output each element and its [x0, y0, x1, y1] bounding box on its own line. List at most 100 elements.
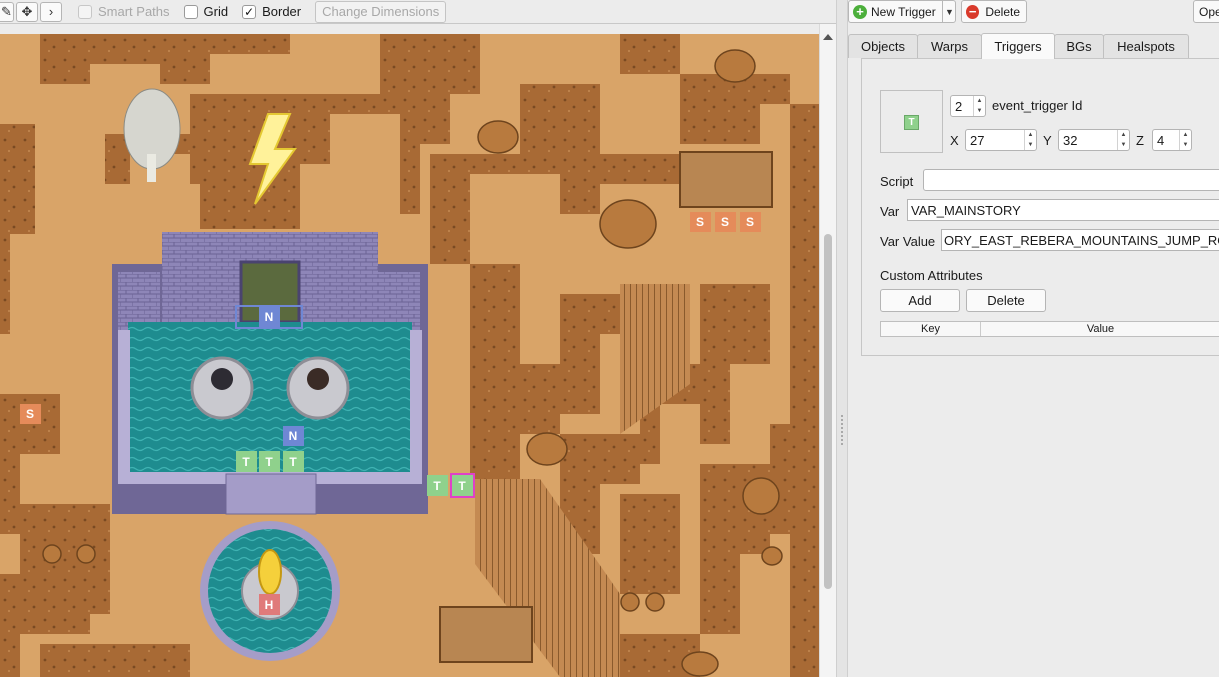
tab-warps-label: Warps — [930, 39, 969, 54]
attributes-table-header: Key Value — [880, 321, 1219, 337]
tab-bgs-label: BGs — [1066, 39, 1092, 54]
chevron-down-icon: ▼ — [945, 6, 954, 17]
var-value-text: ORY_EAST_REBERA_MOUNTAINS_JUMP_ROC — [944, 232, 1219, 248]
tab-triggers-label: Triggers — [994, 39, 1042, 54]
smart-paths-box[interactable] — [78, 4, 92, 19]
border-label: Border — [262, 4, 302, 19]
svg-text:S: S — [746, 215, 754, 229]
event-id-value: 2 — [955, 98, 963, 114]
trigger-event[interactable]: T — [283, 451, 304, 472]
heal-fountain — [200, 521, 340, 661]
spin-arrows-icon[interactable]: ▲ ▼ — [1179, 130, 1191, 150]
change-dimensions-button[interactable]: Change Dimensions — [315, 0, 447, 23]
value-column-header[interactable]: Value — [981, 322, 1219, 336]
custom-attributes-label: Custom Attributes — [880, 268, 983, 283]
map-canvas[interactable]: S S S S N N T T T T T H — [0, 34, 819, 677]
z-value: 4 — [1157, 132, 1165, 148]
map-top-gap — [0, 24, 819, 34]
var-value-combobox[interactable]: ORY_EAST_REBERA_MOUNTAINS_JUMP_ROC — [941, 229, 1219, 251]
var-label: Var — [880, 204, 900, 219]
var-value-label: Var Value — [880, 234, 936, 249]
svg-text:H: H — [265, 598, 274, 612]
open-button[interactable]: Ope — [1193, 0, 1219, 23]
trigger-event[interactable]: T — [259, 451, 280, 472]
delete-event-label: Delete — [985, 4, 1020, 19]
tab-healspots-label: Healspots — [1117, 39, 1175, 54]
event-id-label: event_trigger Id — [992, 98, 1083, 113]
sign-event[interactable]: S — [690, 212, 711, 232]
svg-text:T: T — [265, 455, 273, 469]
spin-arrows-icon[interactable]: ▲ ▼ — [973, 96, 985, 116]
new-event-dropdown[interactable]: ▼ — [942, 0, 956, 23]
y-spinbox[interactable]: 32 ▲ ▼ — [1058, 129, 1130, 151]
svg-text:T: T — [458, 479, 466, 493]
map-vertical-scrollbar[interactable] — [819, 24, 836, 677]
new-trigger-button[interactable]: + New Trigger — [848, 0, 948, 23]
event-panel: + New Trigger ▼ − Delete Ope Objects War… — [848, 0, 1219, 677]
arrow-right-icon[interactable]: › — [40, 1, 62, 22]
x-value: 27 — [970, 132, 985, 148]
smart-paths-checkbox[interactable]: Smart Paths — [78, 4, 170, 19]
svg-text:N: N — [265, 310, 274, 324]
heal-event[interactable]: H — [259, 594, 280, 615]
script-combobox[interactable] — [923, 169, 1219, 191]
x-label: X — [950, 133, 959, 148]
z-label: Z — [1136, 133, 1144, 148]
script-label: Script — [880, 174, 914, 189]
event-tabs: Objects Warps Triggers BGs Healspots — [848, 33, 1219, 59]
tab-objects[interactable]: Objects — [848, 34, 918, 58]
delete-event-button[interactable]: − Delete — [961, 0, 1027, 23]
svg-text:S: S — [696, 215, 704, 229]
grid-checkbox[interactable]: Grid — [183, 4, 229, 19]
z-spinbox[interactable]: 4 ▲ ▼ — [1152, 129, 1192, 151]
sign-event[interactable]: S — [715, 212, 736, 232]
map-toolbar: ✎ ✥ › Smart Paths Grid ✓ Border Change D… — [0, 0, 836, 24]
spin-arrows-icon[interactable]: ▲ ▼ — [1024, 130, 1036, 150]
map-view[interactable]: S S S S N N T T T T T H — [0, 34, 819, 677]
pencil-icon[interactable]: ✎ — [0, 1, 14, 22]
key-column-header[interactable]: Key — [881, 322, 981, 336]
border-box-checked[interactable]: ✓ — [242, 4, 257, 19]
svg-text:T: T — [242, 455, 250, 469]
y-value: 32 — [1063, 132, 1078, 148]
tab-objects-label: Objects — [860, 39, 906, 54]
porymap-window: ✎ ✥ › Smart Paths Grid ✓ Border Change D… — [0, 0, 1219, 677]
svg-text:T: T — [433, 479, 441, 493]
splitter-grip[interactable] — [841, 415, 843, 445]
trigger-properties: T 2 ▲ ▼ event_trigger Id X 27 ▲ ▼ Y 32 ▲ ▼ … — [861, 58, 1219, 356]
event-id-spinbox[interactable]: 2 ▲ ▼ — [950, 95, 986, 117]
sign-event[interactable]: S — [740, 212, 761, 232]
delete-icon: − — [966, 4, 980, 19]
grid-label: Grid — [203, 4, 229, 19]
panel-splitter[interactable] — [836, 0, 848, 677]
delete-attribute-button[interactable]: Delete — [966, 289, 1046, 312]
svg-text:S: S — [26, 407, 34, 421]
open-label: Ope — [1199, 4, 1219, 19]
trigger-event-selected[interactable]: T — [450, 473, 475, 498]
add-attribute-button[interactable]: Add — [880, 289, 960, 312]
smart-paths-label: Smart Paths — [98, 4, 170, 19]
grid-box[interactable] — [183, 4, 198, 19]
scrollbar-thumb[interactable] — [824, 234, 832, 589]
tab-warps[interactable]: Warps — [917, 34, 982, 58]
spin-arrows-icon[interactable]: ▲ ▼ — [1117, 130, 1129, 150]
tab-healspots[interactable]: Healspots — [1103, 34, 1189, 58]
var-value: VAR_MAINSTORY — [911, 202, 1021, 218]
tab-bgs[interactable]: BGs — [1054, 34, 1104, 58]
svg-text:T: T — [289, 455, 297, 469]
npc-event[interactable]: N — [283, 426, 304, 446]
tab-triggers[interactable]: Triggers — [981, 33, 1055, 59]
move-icon[interactable]: ✥ — [16, 1, 38, 22]
scroll-up-icon[interactable] — [823, 34, 833, 40]
svg-text:N: N — [289, 429, 298, 443]
trigger-event[interactable]: T — [427, 475, 448, 496]
event-preview: T — [880, 90, 943, 153]
svg-text:S: S — [721, 215, 729, 229]
sign-event[interactable]: S — [20, 404, 41, 424]
border-checkbox[interactable]: ✓ Border — [242, 4, 301, 19]
var-combobox[interactable]: VAR_MAINSTORY — [907, 199, 1219, 221]
event-toolbar: + New Trigger ▼ − Delete Ope — [848, 0, 1219, 24]
trigger-event[interactable]: T — [236, 451, 257, 472]
x-spinbox[interactable]: 27 ▲ ▼ — [965, 129, 1037, 151]
trigger-tile-icon: T — [904, 115, 919, 130]
